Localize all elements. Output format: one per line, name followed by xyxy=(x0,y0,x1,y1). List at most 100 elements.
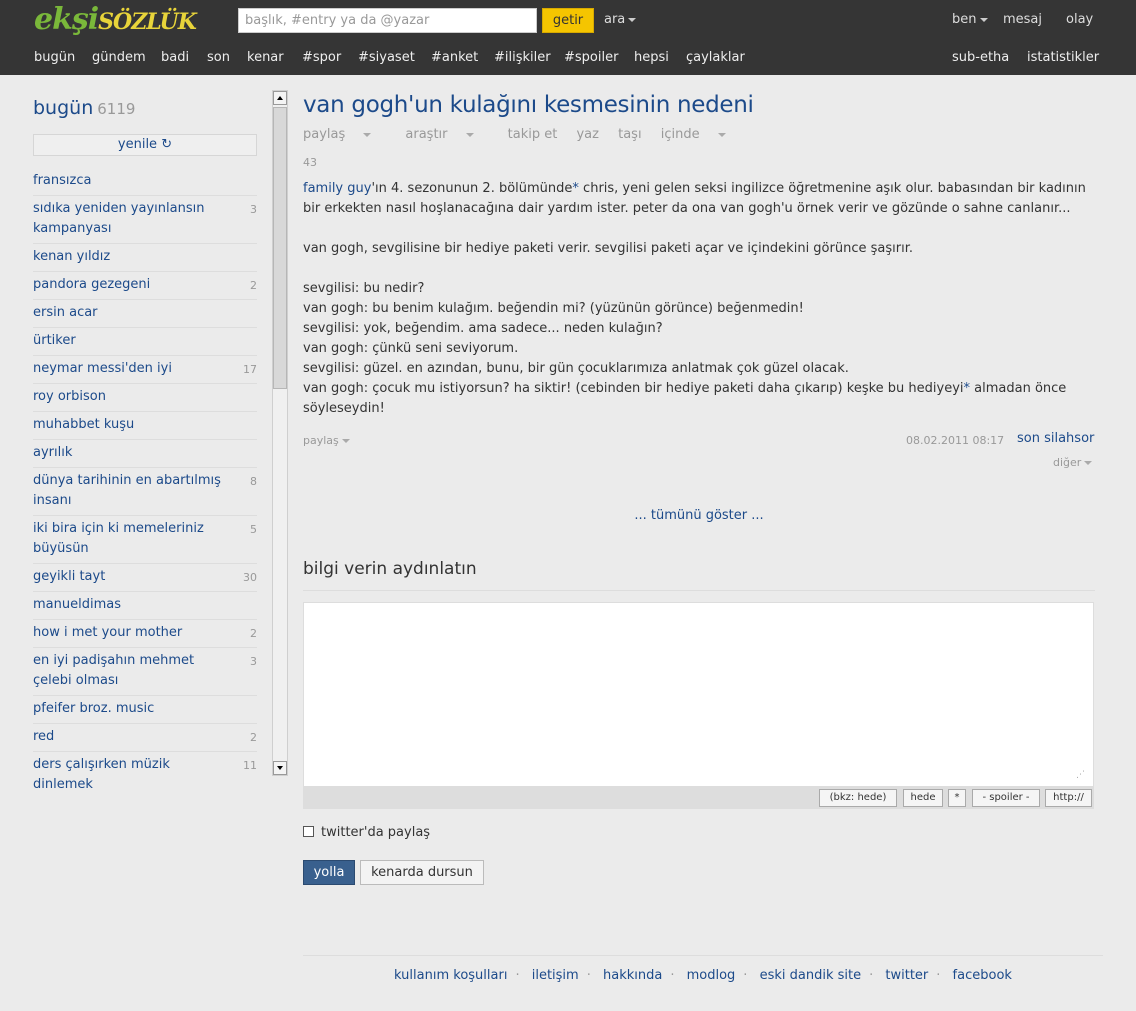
list-item[interactable]: kenan yıldız xyxy=(33,244,257,272)
nav-badi[interactable]: badi xyxy=(161,50,189,65)
topic-link[interactable]: sıdıka yeniden yayınlansın kampanyası xyxy=(33,201,204,236)
dialog-line: sevgilisi: bu nedir? xyxy=(303,281,425,296)
topic-link[interactable]: kenan yıldız xyxy=(33,249,110,264)
topic-link[interactable]: neymar messi'den iyi xyxy=(33,361,172,376)
share-menu[interactable]: paylaş xyxy=(303,127,386,142)
topic-link[interactable]: iki bira için ki memeleriniz büyüsün xyxy=(33,521,204,556)
topic-link[interactable]: en iyi padişahın mehmet çelebi olması xyxy=(33,653,194,688)
list-item[interactable]: ürtiker xyxy=(33,328,257,356)
nav-spor[interactable]: #spor xyxy=(302,50,341,65)
topic-link[interactable]: roy orbison xyxy=(33,389,106,404)
follow-link[interactable]: takip et xyxy=(508,127,558,142)
bkz-link[interactable]: family guy xyxy=(303,181,371,196)
search-input[interactable] xyxy=(238,8,537,33)
messages-link[interactable]: mesaj xyxy=(1003,12,1042,27)
topic-link[interactable]: red xyxy=(33,729,54,744)
hede-button[interactable]: hede xyxy=(903,789,943,807)
move-link[interactable]: taşı xyxy=(618,127,641,142)
topic-link[interactable]: pandora gezegeni xyxy=(33,277,150,292)
list-item[interactable]: ayrılık xyxy=(33,440,257,468)
advanced-search-dropdown[interactable]: ara xyxy=(604,12,637,27)
topic-link[interactable]: ersin acar xyxy=(33,305,98,320)
twitter-share-checkbox[interactable] xyxy=(303,826,314,837)
footer-terms-link[interactable]: kullanım koşulları xyxy=(394,968,507,983)
refresh-button[interactable]: yenile ↻ xyxy=(33,134,257,156)
show-all-link[interactable]: ... tümünü göster ... xyxy=(303,508,1095,523)
footer-old-site-link[interactable]: eski dandik site xyxy=(760,968,862,983)
scrollbar-thumb[interactable] xyxy=(273,107,287,389)
user-menu[interactable]: ben xyxy=(952,12,988,27)
events-link[interactable]: olay xyxy=(1066,12,1093,27)
search-within-menu[interactable]: içinde xyxy=(661,127,741,142)
nav-spoiler[interactable]: #spoiler xyxy=(564,50,618,65)
page-title[interactable]: van gogh'un kulağını kesmesinin nedeni xyxy=(303,92,754,118)
list-item[interactable]: pandora gezegeni 2 xyxy=(33,272,257,300)
topic-link[interactable]: pfeifer broz. music xyxy=(33,701,154,716)
list-item[interactable]: en iyi padişahın mehmet çelebi olması 3 xyxy=(33,648,257,696)
chevron-down-icon xyxy=(979,17,988,22)
list-item[interactable]: sıdıka yeniden yayınlansın kampanyası 3 xyxy=(33,196,257,244)
topic-link[interactable]: fransızca xyxy=(33,173,91,188)
topic-link[interactable]: ürtiker xyxy=(33,333,76,348)
list-item[interactable]: manueldimas xyxy=(33,592,257,620)
topic-link[interactable]: dünya tarihinin en abartılmış insanı xyxy=(33,473,221,508)
site-logo[interactable]: ekşisözlük xyxy=(34,2,197,37)
list-item[interactable]: neymar messi'den iyi 17 xyxy=(33,356,257,384)
nav-sub-etha[interactable]: sub-etha xyxy=(952,50,1009,65)
write-link[interactable]: yaz xyxy=(576,127,598,142)
topic-link[interactable]: ayrılık xyxy=(33,445,72,460)
spoiler-button[interactable]: - spoiler - xyxy=(972,789,1040,807)
list-item[interactable]: fransızca xyxy=(33,168,257,196)
entry-editor[interactable] xyxy=(303,602,1094,787)
nav-agenda[interactable]: gündem xyxy=(92,50,146,65)
nav-today[interactable]: bugün xyxy=(34,50,75,65)
topic-link[interactable]: manueldimas xyxy=(33,597,121,612)
list-item[interactable]: muhabbet kuşu xyxy=(33,412,257,440)
footer-facebook-link[interactable]: facebook xyxy=(953,968,1012,983)
list-item[interactable]: red 2 xyxy=(33,724,257,752)
entry-author[interactable]: son silahsor xyxy=(1017,431,1094,446)
nav-kenar[interactable]: kenar xyxy=(247,50,284,65)
footer-contact-link[interactable]: iletişim xyxy=(532,968,579,983)
star-button[interactable]: * xyxy=(948,789,966,807)
nav-siyaset[interactable]: #siyaset xyxy=(358,50,415,65)
entry-share-menu[interactable]: paylaş xyxy=(303,434,350,447)
submit-button[interactable]: yolla xyxy=(303,860,355,885)
footer-twitter-link[interactable]: twitter xyxy=(885,968,928,983)
list-item[interactable]: ders çalışırken müzik dinlemek 11 xyxy=(33,752,257,799)
scroll-up-icon[interactable] xyxy=(273,91,287,105)
nav-newbies[interactable]: çaylaklar xyxy=(686,50,745,65)
list-item[interactable]: how i met your mother 2 xyxy=(33,620,257,648)
topic-link[interactable]: ders çalışırken müzik dinlemek xyxy=(33,757,170,792)
topic-actions: paylaş araştır takip et yaz taşı içinde xyxy=(303,127,756,142)
list-item[interactable]: roy orbison xyxy=(33,384,257,412)
bkz-button[interactable]: (bkz: hede) xyxy=(819,789,897,807)
list-item[interactable]: iki bira için ki memeleriniz büyüsün 5 xyxy=(33,516,257,564)
list-item[interactable]: pfeifer broz. music xyxy=(33,696,257,724)
sidebar-scrollbar[interactable] xyxy=(272,90,288,776)
nav-all[interactable]: hepsi xyxy=(634,50,669,65)
resize-grip-icon[interactable]: ⋰ xyxy=(1076,770,1088,780)
footer-modlog-link[interactable]: modlog xyxy=(687,968,736,983)
scroll-down-icon[interactable] xyxy=(273,761,287,775)
list-item[interactable]: dünya tarihinin en abartılmış insanı 8 xyxy=(33,468,257,516)
research-menu[interactable]: araştır xyxy=(405,127,488,142)
topic-link[interactable]: how i met your mother xyxy=(33,625,182,640)
list-item[interactable]: geyikli tayt 30 xyxy=(33,564,257,592)
search-button[interactable]: getir xyxy=(542,8,594,33)
save-draft-button[interactable]: kenarda dursun xyxy=(360,860,484,885)
nav-anket[interactable]: #anket xyxy=(431,50,478,65)
entry-date[interactable]: 08.02.2011 08:17 xyxy=(906,434,1004,447)
page-count: 43 xyxy=(303,156,317,169)
nav-stats[interactable]: istatistikler xyxy=(1027,50,1099,65)
topic-link[interactable]: muhabbet kuşu xyxy=(33,417,134,432)
nav-latest[interactable]: son xyxy=(207,50,230,65)
topic-link[interactable]: geyikli tayt xyxy=(33,569,105,584)
footer-about-link[interactable]: hakkında xyxy=(603,968,662,983)
link-button[interactable]: http:// xyxy=(1045,789,1092,807)
twitter-share-label[interactable]: twitter'da paylaş xyxy=(321,825,430,840)
entry-more-menu[interactable]: diğer xyxy=(1053,456,1093,469)
nav-iliskiler[interactable]: #ilişkiler xyxy=(494,50,551,65)
chevron-down-icon xyxy=(1084,461,1093,465)
list-item[interactable]: ersin acar xyxy=(33,300,257,328)
